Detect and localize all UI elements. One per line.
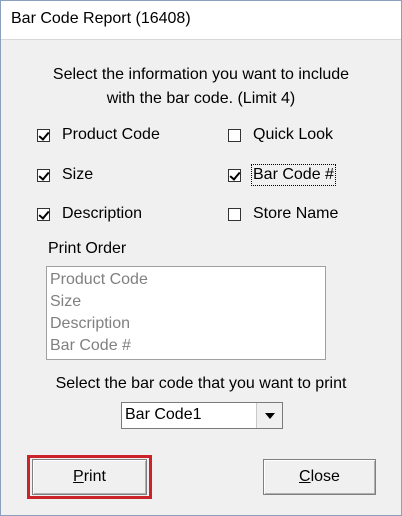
- close-button-label: lose: [310, 468, 340, 485]
- checkbox-store-name[interactable]: Store Name: [228, 204, 338, 224]
- checkbox-label: Quick Look: [253, 126, 334, 143]
- barcode-dropdown[interactable]: Bar Code1: [121, 402, 283, 429]
- window-title: Bar Code Report (16408): [11, 10, 191, 27]
- chevron-down-icon: [264, 412, 275, 419]
- checkbox-bar-code-number[interactable]: Bar Code #: [228, 164, 336, 186]
- print-button-label: rint: [83, 468, 106, 485]
- close-button-mnemonic: C: [299, 468, 311, 485]
- print-button-mnemonic: P: [73, 468, 84, 485]
- checkbox-quick-look[interactable]: Quick Look: [228, 125, 333, 145]
- instructions-line-2: with the bar code. (Limit 4): [106, 90, 296, 107]
- list-item[interactable]: Size: [50, 291, 322, 313]
- instructions-text: Select the information you want to inclu…: [1, 63, 401, 111]
- checkbox-checked-icon[interactable]: [37, 128, 50, 142]
- list-item[interactable]: Product Code: [50, 269, 322, 291]
- checkbox-label: Description: [62, 205, 143, 222]
- checkbox-label: Size: [62, 166, 94, 183]
- checkbox-unchecked-icon[interactable]: [228, 128, 241, 142]
- checkbox-checked-icon[interactable]: [37, 207, 50, 221]
- instructions-line-1: Select the information you want to inclu…: [52, 66, 350, 83]
- checkbox-checked-icon[interactable]: [228, 168, 241, 182]
- close-button[interactable]: Close: [263, 459, 376, 495]
- list-item[interactable]: Description: [50, 313, 322, 335]
- checkbox-checked-icon[interactable]: [37, 168, 50, 182]
- checkbox-label: Bar Code #: [251, 164, 336, 186]
- barcode-dropdown-value: Bar Code1: [125, 406, 202, 423]
- checkbox-size[interactable]: Size: [37, 165, 93, 185]
- checkbox-description[interactable]: Description: [37, 204, 142, 224]
- bar-code-report-dialog: Bar Code Report (16408) Select the infor…: [0, 0, 402, 516]
- checkbox-product-code[interactable]: Product Code: [37, 125, 160, 145]
- barcode-select-label: Select the bar code that you want to pri…: [55, 375, 347, 392]
- checkbox-label: Product Code: [62, 126, 160, 143]
- title-bar[interactable]: Bar Code Report (16408): [1, 1, 401, 40]
- list-item[interactable]: Bar Code #: [50, 335, 322, 357]
- checkbox-unchecked-icon[interactable]: [228, 207, 241, 221]
- print-order-list[interactable]: Product Code Size Description Bar Code #: [46, 266, 326, 360]
- print-button[interactable]: Print: [32, 459, 147, 495]
- checkbox-label: Store Name: [253, 205, 339, 222]
- dropdown-arrow-button[interactable]: [256, 403, 282, 428]
- print-order-label: Print Order: [48, 240, 127, 257]
